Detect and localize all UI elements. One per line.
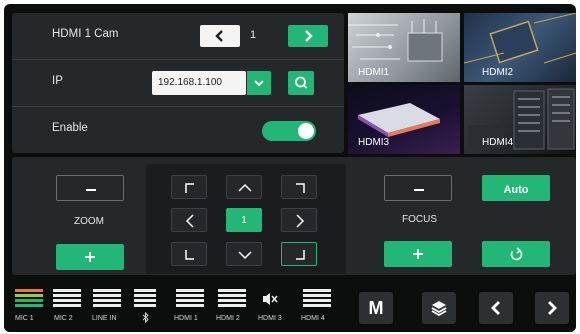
previous-camera-button[interactable] <box>200 25 240 47</box>
chevron-left-icon <box>185 214 194 228</box>
ptz-preset-button[interactable]: 1 <box>226 208 262 232</box>
focus-out-button[interactable] <box>384 175 452 201</box>
server-rack-image <box>468 88 575 150</box>
search-ip-button[interactable] <box>288 71 314 95</box>
next-camera-button[interactable] <box>288 25 328 47</box>
menu-m-label: M <box>368 297 384 318</box>
enable-label: Enable <box>52 122 88 134</box>
speaker-muted-icon <box>263 293 278 305</box>
preview-label: HDMI1 <box>358 67 390 78</box>
ip-select[interactable]: 192.168.1.100 <box>152 71 271 95</box>
preview-grid: HDMI1 HDMI2 HDMI3 HDMI4 <box>348 13 576 154</box>
ptz-pad: 1 <box>146 164 346 274</box>
minus-icon <box>414 189 424 191</box>
ptz-right-button[interactable] <box>281 208 317 232</box>
ptz-down-left-button[interactable] <box>171 242 207 266</box>
ip-dropdown-toggle[interactable] <box>247 71 271 95</box>
camera-number: 1 <box>250 29 257 41</box>
ptz-down-right-button[interactable] <box>281 242 317 266</box>
minus-icon <box>86 189 96 191</box>
corner-up-right-icon <box>296 183 305 193</box>
chevron-left-icon <box>215 30 223 42</box>
plus-icon <box>85 252 95 262</box>
menu-m-button[interactable]: M <box>359 292 393 324</box>
preview-hdmi4[interactable]: HDMI4 <box>464 85 576 154</box>
ptz-down-button[interactable] <box>226 242 262 266</box>
ip-value: 192.168.1.100 <box>158 77 222 88</box>
ptz-up-left-button[interactable] <box>171 175 207 199</box>
focus-in-button[interactable] <box>384 241 452 267</box>
auto-focus-button[interactable]: Auto <box>482 175 550 201</box>
zoom-label: ZOOM <box>74 216 104 227</box>
corner-up-left-icon <box>185 183 194 193</box>
chevron-down-icon <box>254 80 264 87</box>
enable-row: Enable <box>12 107 344 153</box>
preview-label: HDMI3 <box>358 137 390 148</box>
hdmi4-level-meter[interactable] <box>303 289 331 307</box>
ip-row: IP 192.168.1.100 <box>12 60 344 106</box>
hdmi1-level-meter[interactable] <box>176 289 204 307</box>
chevron-up-icon <box>238 183 252 192</box>
channel-label: LINE IN <box>92 315 117 322</box>
bluetooth-icon <box>142 312 149 323</box>
mic1-level-meter[interactable] <box>15 289 43 307</box>
line-in-level-meter[interactable] <box>93 289 121 307</box>
ptz-left-button[interactable] <box>171 208 207 232</box>
previous-page-button[interactable] <box>479 292 513 324</box>
chevron-left-icon <box>491 301 500 315</box>
bottom-bar: MIC 1 MIC 2 LINE IN HDMI 1 HDMI 2 HDMI 3… <box>4 275 576 332</box>
preview-hdmi2[interactable]: HDMI2 <box>464 13 576 82</box>
toggle-knob <box>298 123 314 139</box>
chevron-right-icon <box>548 301 557 315</box>
plus-icon <box>413 249 423 259</box>
ptz-up-right-button[interactable] <box>281 175 317 199</box>
preview-label: HDMI2 <box>482 67 514 78</box>
bluetooth-level-meter[interactable] <box>134 289 156 307</box>
layers-icon <box>431 301 447 317</box>
circuit-chip-image <box>464 13 576 64</box>
search-icon <box>295 76 308 89</box>
camera-settings-panel: HDMI 1 Cam 1 IP 192.168.1.100 Enable <box>12 13 344 153</box>
chevron-right-icon <box>296 214 305 228</box>
corner-down-right-icon <box>296 250 305 260</box>
enable-toggle[interactable] <box>262 121 316 141</box>
ip-label: IP <box>52 75 63 87</box>
channel-label: MIC 2 <box>54 315 73 322</box>
app-screen: HDMI 1 Cam 1 IP 192.168.1.100 Enable HDM… <box>4 4 576 332</box>
zoom-in-button[interactable] <box>56 244 124 270</box>
zoom-out-button[interactable] <box>56 175 124 201</box>
ptz-up-button[interactable] <box>226 175 262 199</box>
camera-row: HDMI 1 Cam 1 <box>12 13 344 59</box>
chevron-down-icon <box>238 251 252 260</box>
focus-reset-button[interactable] <box>482 241 550 267</box>
camera-label: HDMI 1 Cam <box>52 28 119 40</box>
refresh-icon <box>510 247 523 261</box>
camera-control-panel: ZOOM 1 Auto FOCUS <box>12 157 576 275</box>
corner-down-left-icon <box>185 250 194 260</box>
preview-hdmi3[interactable]: HDMI3 <box>348 85 460 154</box>
preview-hdmi1[interactable]: HDMI1 <box>348 13 460 82</box>
focus-label: FOCUS <box>402 214 437 225</box>
channel-label: HDMI 2 <box>216 315 240 322</box>
chevron-right-icon <box>305 30 313 42</box>
channel-label: HDMI 1 <box>174 315 198 322</box>
channel-label: MIC 1 <box>15 315 34 322</box>
layers-button[interactable] <box>422 292 456 324</box>
channel-label: HDMI 4 <box>301 315 325 322</box>
mic2-level-meter[interactable] <box>53 289 81 307</box>
auto-focus-label: Auto <box>503 183 529 196</box>
preview-label: HDMI4 <box>482 137 514 148</box>
channel-label: HDMI 3 <box>258 315 282 322</box>
next-page-button[interactable] <box>535 292 569 324</box>
hdmi2-level-meter[interactable] <box>218 289 246 307</box>
